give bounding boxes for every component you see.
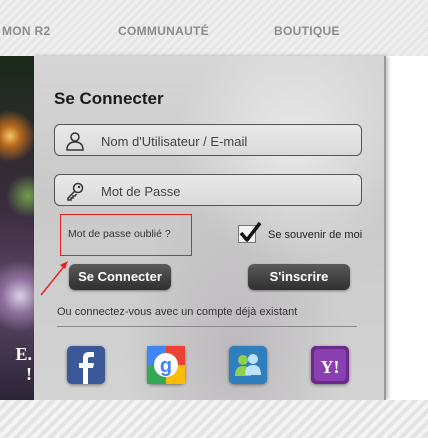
- page-footer-background: [0, 400, 428, 438]
- top-navigation: MON R2 COMMUNAUTÉ BOUTIQUE: [0, 0, 428, 56]
- forgot-password-link[interactable]: Mot de passe oublié ?: [68, 228, 171, 240]
- checkmark-icon: [239, 221, 262, 242]
- hero-text-line-1: E.: [15, 344, 32, 364]
- yahoo-icon: Y!: [311, 346, 349, 384]
- nav-item-communaute[interactable]: COMMUNAUTÉ: [118, 24, 209, 38]
- svg-text:Y!: Y!: [321, 357, 340, 377]
- forgot-password-highlight: Mot de passe oublié ?: [60, 214, 192, 256]
- yahoo-button[interactable]: Y!: [311, 346, 349, 384]
- remember-label: Se souvenir de moi: [268, 229, 363, 241]
- google-button[interactable]: g: [147, 346, 185, 384]
- facebook-button[interactable]: [67, 346, 105, 384]
- messenger-icon: [229, 346, 267, 384]
- facebook-icon: [67, 346, 105, 384]
- hero-banner-text: E. !: [0, 344, 34, 384]
- login-button[interactable]: Se Connecter: [69, 264, 171, 290]
- key-icon: [67, 182, 84, 201]
- alt-login-text: Ou connectez-vous avec un compte déjà ex…: [57, 306, 298, 318]
- messenger-button[interactable]: [229, 346, 267, 384]
- nav-item-mon-r2[interactable]: MON R2: [2, 24, 50, 38]
- divider: [57, 326, 357, 327]
- svg-text:g: g: [160, 355, 172, 377]
- password-field[interactable]: [54, 174, 362, 207]
- login-title: Se Connecter: [54, 89, 164, 108]
- register-button[interactable]: S'inscrire: [248, 264, 350, 290]
- nav-item-boutique[interactable]: BOUTIQUE: [274, 24, 340, 38]
- user-icon: [66, 132, 84, 151]
- annotation-arrow-icon: [40, 261, 68, 296]
- login-panel: Se Connecter Mot de passe oublié ? Se so…: [34, 56, 386, 400]
- google-icon: g: [147, 346, 185, 384]
- username-field[interactable]: [54, 124, 362, 157]
- page-background: [386, 56, 428, 400]
- username-input[interactable]: [99, 125, 353, 157]
- hero-text-line-2: !: [26, 364, 32, 384]
- password-input[interactable]: [99, 175, 353, 207]
